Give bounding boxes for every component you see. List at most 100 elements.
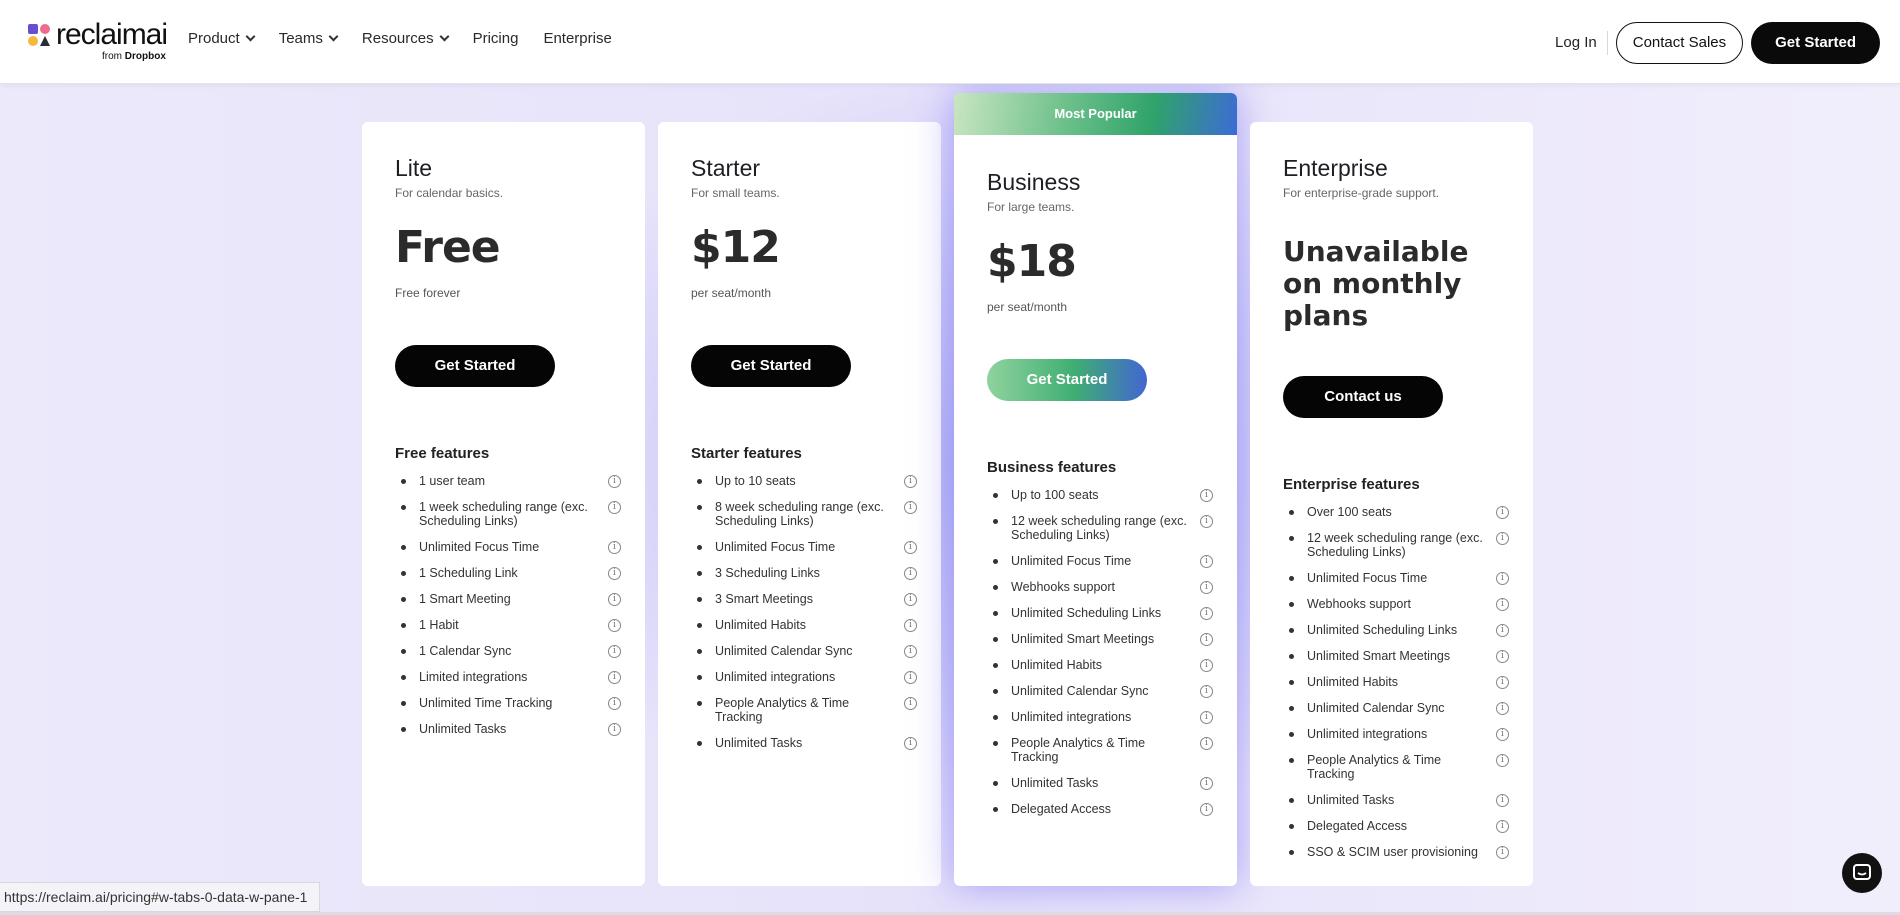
plan-card-business: Most Popular Business For large teams. $… xyxy=(954,93,1237,886)
feature-item: 8 week scheduling range (exc. Scheduling… xyxy=(691,500,919,528)
feature-item: Unlimited Scheduling Links i xyxy=(1283,623,1511,637)
contact-us-button[interactable]: Contact us xyxy=(1283,376,1443,418)
feature-item: Up to 100 seats i xyxy=(987,488,1215,502)
feature-item: 1 user team i xyxy=(395,474,623,488)
plan-name: Enterprise xyxy=(1283,155,1388,181)
feature-item: Unlimited Focus Time i xyxy=(987,554,1215,568)
nav-actions: Log In Contact Sales Get Started xyxy=(1555,22,1880,64)
info-icon[interactable]: i xyxy=(904,501,917,514)
info-icon[interactable]: i xyxy=(1200,711,1213,724)
info-icon[interactable]: i xyxy=(1496,506,1509,519)
feature-item: Unlimited Scheduling Links i xyxy=(987,606,1215,620)
info-icon[interactable]: i xyxy=(1200,555,1213,568)
top-navigation: reclaimai from Dropbox Product Teams Res… xyxy=(0,0,1900,84)
info-icon[interactable]: i xyxy=(904,567,917,580)
plan-subtitle: For small teams. xyxy=(691,186,780,200)
feature-item: 3 Smart Meetings i xyxy=(691,592,919,606)
feature-item: Unlimited integrations i xyxy=(987,710,1215,724)
feature-item: 3 Scheduling Links i xyxy=(691,566,919,580)
info-icon[interactable]: i xyxy=(904,737,917,750)
chat-bubble-icon xyxy=(1853,864,1871,880)
chevron-down-icon xyxy=(245,31,256,42)
info-icon[interactable]: i xyxy=(608,645,621,658)
feature-item: Delegated Access i xyxy=(1283,819,1511,833)
info-icon[interactable]: i xyxy=(1496,846,1509,859)
price-note: per seat/month xyxy=(691,286,772,300)
get-started-button-lite[interactable]: Get Started xyxy=(395,345,555,387)
menu-resources[interactable]: Resources xyxy=(362,30,450,47)
menu-product[interactable]: Product xyxy=(188,30,256,47)
info-icon[interactable]: i xyxy=(608,723,621,736)
feature-item: Unlimited Tasks i xyxy=(395,722,623,736)
plan-name: Lite xyxy=(395,155,433,181)
info-icon[interactable]: i xyxy=(1496,794,1509,807)
info-icon[interactable]: i xyxy=(904,645,917,658)
nav-get-started-button[interactable]: Get Started xyxy=(1751,22,1880,64)
info-icon[interactable]: i xyxy=(904,475,917,488)
info-icon[interactable]: i xyxy=(904,671,917,684)
info-icon[interactable]: i xyxy=(608,501,621,514)
info-icon[interactable]: i xyxy=(1496,754,1509,767)
info-icon[interactable]: i xyxy=(1496,598,1509,611)
info-icon[interactable]: i xyxy=(1496,728,1509,741)
info-icon[interactable]: i xyxy=(608,619,621,632)
login-link[interactable]: Log In xyxy=(1555,31,1608,55)
feature-item: 12 week scheduling range (exc. Schedulin… xyxy=(987,514,1215,542)
feature-item: Unlimited Focus Time i xyxy=(691,540,919,554)
feature-item: Unlimited Smart Meetings i xyxy=(987,632,1215,646)
menu-teams[interactable]: Teams xyxy=(279,30,339,47)
info-icon[interactable]: i xyxy=(1200,607,1213,620)
info-icon[interactable]: i xyxy=(1200,777,1213,790)
info-icon[interactable]: i xyxy=(1200,633,1213,646)
info-icon[interactable]: i xyxy=(1200,737,1213,750)
info-icon[interactable]: i xyxy=(608,541,621,554)
feature-item: Webhooks support i xyxy=(987,580,1215,594)
feature-item: Unlimited Focus Time i xyxy=(395,540,623,554)
feature-item: Unlimited Tasks i xyxy=(987,776,1215,790)
feature-item: Unlimited Time Tracking i xyxy=(395,696,623,710)
info-icon[interactable]: i xyxy=(904,593,917,606)
feature-item: Unlimited Focus Time i xyxy=(1283,571,1511,585)
background-glow xyxy=(0,84,1900,915)
feature-item: Limited integrations i xyxy=(395,670,623,684)
plan-card-lite: Lite For calendar basics. Free Free fore… xyxy=(362,122,645,886)
info-icon[interactable]: i xyxy=(608,697,621,710)
info-icon[interactable]: i xyxy=(608,593,621,606)
plan-price: $18 xyxy=(987,236,1077,287)
logo-subtitle: from Dropbox xyxy=(102,51,166,62)
info-icon[interactable]: i xyxy=(1496,624,1509,637)
chat-launcher-button[interactable] xyxy=(1842,853,1882,893)
contact-sales-button[interactable]: Contact Sales xyxy=(1615,22,1744,64)
info-icon[interactable]: i xyxy=(1200,659,1213,672)
info-icon[interactable]: i xyxy=(608,671,621,684)
menu-enterprise[interactable]: Enterprise xyxy=(543,30,611,47)
reclaim-logo[interactable]: reclaimai from Dropbox xyxy=(28,18,178,64)
feature-item: 1 week scheduling range (exc. Scheduling… xyxy=(395,500,623,528)
menu-pricing[interactable]: Pricing xyxy=(473,30,519,47)
info-icon[interactable]: i xyxy=(1200,581,1213,594)
feature-list: Over 100 seats i 12 week scheduling range… xyxy=(1283,505,1511,859)
feature-list: 1 user team i 1 week scheduling range (ex… xyxy=(395,474,623,736)
info-icon[interactable]: i xyxy=(1200,803,1213,816)
get-started-button-business[interactable]: Get Started xyxy=(987,359,1147,401)
info-icon[interactable]: i xyxy=(1496,676,1509,689)
info-icon[interactable]: i xyxy=(1496,572,1509,585)
feature-item: Unlimited integrations i xyxy=(691,670,919,684)
info-icon[interactable]: i xyxy=(1200,685,1213,698)
info-icon[interactable]: i xyxy=(1200,515,1213,528)
get-started-button-starter[interactable]: Get Started xyxy=(691,345,851,387)
info-icon[interactable]: i xyxy=(1200,489,1213,502)
info-icon[interactable]: i xyxy=(904,541,917,554)
info-icon[interactable]: i xyxy=(1496,702,1509,715)
info-icon[interactable]: i xyxy=(904,619,917,632)
info-icon[interactable]: i xyxy=(1496,820,1509,833)
info-icon[interactable]: i xyxy=(1496,532,1509,545)
info-icon[interactable]: i xyxy=(608,567,621,580)
info-icon[interactable]: i xyxy=(608,475,621,488)
info-icon[interactable]: i xyxy=(1496,650,1509,663)
info-icon[interactable]: i xyxy=(904,697,917,710)
feature-item: 12 week scheduling range (exc. Schedulin… xyxy=(1283,531,1511,559)
feature-item: 1 Smart Meeting i xyxy=(395,592,623,606)
plan-name: Starter xyxy=(691,155,761,181)
feature-list: Up to 10 seats i 8 week scheduling range … xyxy=(691,474,919,750)
